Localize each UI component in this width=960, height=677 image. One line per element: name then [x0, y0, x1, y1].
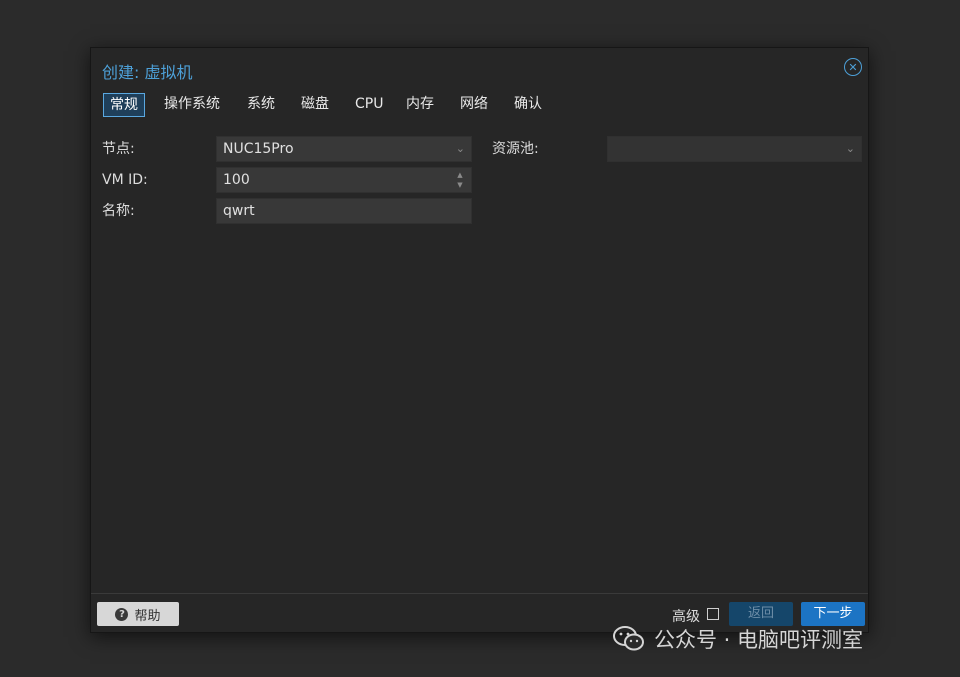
name-value: qwrt [223, 203, 255, 219]
tab-disk[interactable]: 磁盘 [301, 93, 329, 117]
vmid-spinner[interactable]: 100 ▲ ▼ [216, 167, 472, 193]
name-label: 名称: [102, 203, 135, 219]
spinner-arrows-icon[interactable]: ▲ ▼ [455, 170, 465, 190]
wechat-icon [613, 626, 644, 651]
next-button[interactable]: 下一步 [801, 602, 865, 626]
tab-cpu[interactable]: CPU [355, 93, 383, 117]
dialog-title: 创建: 虚拟机 [102, 63, 193, 82]
tab-confirm[interactable]: 确认 [514, 93, 542, 117]
advanced-label: 高级 [672, 609, 700, 625]
watermark-text: 公众号 · 电脑吧评测室 [654, 628, 864, 652]
vmid-value: 100 [223, 172, 250, 188]
help-label: 帮助 [134, 608, 161, 624]
node-label: 节点: [102, 141, 135, 157]
name-input[interactable]: qwrt [216, 198, 472, 224]
node-select[interactable]: NUC15Pro ⌄ [216, 136, 472, 162]
advanced-checkbox[interactable] [707, 608, 719, 620]
tab-os[interactable]: 操作系统 [164, 93, 220, 117]
close-icon[interactable]: ✕ [844, 58, 862, 76]
tab-network[interactable]: 网络 [460, 93, 488, 117]
create-vm-dialog: 创建: 虚拟机 ✕ 常规 操作系统 系统 磁盘 CPU 内存 网络 确认 节点:… [90, 47, 869, 633]
pool-select[interactable]: ⌄ [607, 136, 862, 162]
chevron-down-icon: ⌄ [455, 142, 465, 155]
back-button[interactable]: 返回 [729, 602, 793, 626]
question-icon: ? [115, 607, 129, 621]
watermark: 公众号 · 电脑吧评测室 [612, 624, 863, 654]
chevron-down-icon: ⌄ [845, 142, 855, 155]
help-button[interactable]: ? 帮助 [97, 602, 179, 626]
pool-label: 资源池: [492, 141, 539, 157]
node-value: NUC15Pro [223, 141, 294, 157]
vmid-label: VM ID: [102, 172, 148, 188]
tab-general[interactable]: 常规 [103, 93, 145, 117]
tab-system[interactable]: 系统 [247, 93, 275, 117]
tab-memory[interactable]: 内存 [406, 93, 434, 117]
